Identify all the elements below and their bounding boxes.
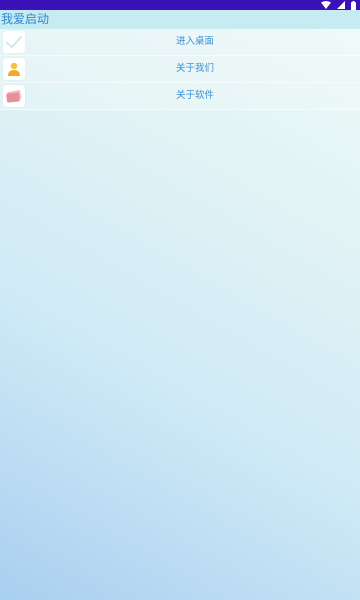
status-bar bbox=[0, 0, 360, 10]
status-icons bbox=[321, 0, 356, 10]
app-title: 我爱启动 bbox=[1, 12, 50, 26]
user-icon bbox=[3, 58, 25, 80]
signal-icon bbox=[337, 1, 345, 9]
battery-icon bbox=[351, 0, 356, 10]
card-icon bbox=[3, 85, 25, 107]
menu-list: 进入桌面 关于我们 关于软件 bbox=[0, 29, 360, 110]
menu-item-enter-desktop[interactable]: 进入桌面 bbox=[0, 29, 360, 56]
wifi-icon bbox=[321, 1, 331, 9]
menu-item-about-software[interactable]: 关于软件 bbox=[0, 83, 360, 110]
menu-item-about-us[interactable]: 关于我们 bbox=[0, 56, 360, 83]
app-bar: 我爱启动 bbox=[0, 10, 360, 29]
check-icon bbox=[3, 31, 25, 53]
menu-item-label: 关于我们 bbox=[175, 63, 214, 74]
menu-item-label: 关于软件 bbox=[175, 90, 214, 101]
menu-item-label: 进入桌面 bbox=[175, 36, 214, 47]
